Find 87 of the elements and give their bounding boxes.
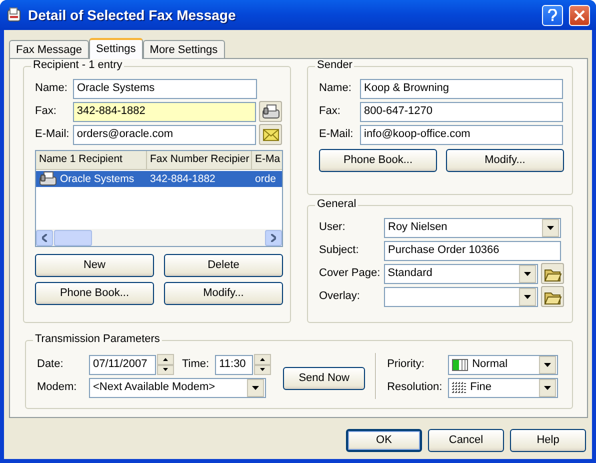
- dropdown-value: Roy Nielsen: [388, 220, 448, 234]
- dropdown-value: Fine: [470, 380, 492, 394]
- dropdown-value: Standard: [388, 266, 432, 280]
- fax-machine-icon: [262, 104, 280, 120]
- field-label: Fax:: [35, 104, 58, 118]
- dropdown-value: Normal: [472, 358, 508, 372]
- browse-button[interactable]: [541, 286, 564, 307]
- fax-machine-icon: [39, 171, 57, 187]
- dropdown-arrow-icon: [524, 272, 532, 276]
- question-mark-icon: [548, 9, 557, 21]
- dropdown-arrow-icon: [547, 226, 554, 230]
- field-label: Date:: [37, 358, 64, 372]
- envelope-icon: [262, 128, 279, 140]
- field-label: Resolution:: [387, 380, 444, 394]
- horizontal-scrollbar[interactable]: [36, 229, 282, 246]
- spin-up-icon: [260, 358, 266, 361]
- close-button[interactable]: [569, 4, 590, 26]
- field-label: Name:: [319, 82, 352, 96]
- push-button[interactable]: Phone Book...: [319, 149, 437, 172]
- dropdown[interactable]: Standard: [384, 264, 538, 284]
- scroll-thumb[interactable]: [54, 230, 92, 246]
- group-title: Recipient - 1 entry: [31, 59, 124, 72]
- window-title: Detail of Selected Fax Message: [28, 6, 237, 24]
- browse-button[interactable]: [541, 263, 564, 284]
- dropdown-arrow-icon: [252, 386, 259, 390]
- grid-icon: [452, 382, 466, 394]
- spin-down-icon: [260, 368, 266, 372]
- list-cell: Oracle Systems: [60, 172, 134, 186]
- field-label: Cover Page:: [319, 266, 382, 280]
- tab[interactable]: Fax Message: [9, 40, 90, 58]
- dropdown[interactable]: Normal: [448, 354, 558, 374]
- priority-bars-icon: [452, 358, 468, 370]
- field-label: E-Mail:: [35, 128, 70, 142]
- list-cell: 342-884-1882: [150, 172, 216, 186]
- text-field[interactable]: orders@oracle.com: [72, 124, 256, 144]
- text-field[interactable]: Oracle Systems: [73, 78, 257, 98]
- spin-down-icon: [163, 368, 168, 372]
- spin-control[interactable]: [254, 354, 272, 375]
- dropdown-arrow-icon: [544, 362, 552, 366]
- email-button[interactable]: [259, 124, 282, 145]
- time-field[interactable]: 11:30: [215, 354, 254, 374]
- fax-button[interactable]: [259, 101, 282, 122]
- field-label: Fax:: [319, 104, 342, 118]
- field-label: E-Mail:: [319, 128, 354, 142]
- push-button[interactable]: New: [35, 254, 154, 277]
- dropdown[interactable]: Fine: [448, 378, 558, 398]
- dialog-button[interactable]: OK: [346, 429, 422, 452]
- column-header[interactable]: E-Ma: [252, 151, 282, 169]
- send-now-button[interactable]: Send Now: [283, 367, 366, 390]
- field-label: Subject:: [319, 244, 360, 258]
- date-field[interactable]: 07/11/2007: [89, 354, 156, 374]
- text-field[interactable]: Purchase Order 10366: [384, 240, 561, 260]
- spin-up-icon: [163, 358, 168, 361]
- column-header[interactable]: Name 1 Recipient: [36, 151, 147, 169]
- tab[interactable]: More Settings: [142, 40, 225, 58]
- scroll-right-icon: [271, 234, 276, 242]
- push-button[interactable]: Phone Book...: [35, 282, 154, 305]
- tab[interactable]: Settings: [89, 38, 143, 59]
- text-field[interactable]: 800-647-1270: [360, 102, 563, 122]
- dialog-button[interactable]: Cancel: [428, 429, 504, 452]
- dropdown[interactable]: Roy Nielsen: [384, 218, 561, 238]
- dropdown-value: <Next Available Modem>: [93, 380, 216, 394]
- dialog-button[interactable]: Help: [510, 429, 586, 452]
- list-cell: orde: [255, 172, 276, 186]
- field-label: User:: [319, 220, 346, 234]
- text-field[interactable]: 342-884-1882: [72, 102, 256, 122]
- scroll-left-icon: [42, 234, 47, 242]
- field-label: Name:: [35, 82, 68, 96]
- dropdown[interactable]: [384, 286, 538, 306]
- field-label: Overlay:: [319, 290, 361, 304]
- text-field[interactable]: Koop & Browning: [360, 78, 563, 98]
- close-icon: [574, 10, 585, 20]
- dropdown[interactable]: <Next Available Modem>: [89, 378, 266, 398]
- push-button[interactable]: Modify...: [446, 149, 564, 172]
- dropdown-arrow-icon: [544, 386, 552, 390]
- push-button[interactable]: Modify...: [164, 282, 283, 305]
- spin-control[interactable]: [157, 354, 174, 375]
- dropdown-arrow-icon: [524, 294, 532, 298]
- push-button[interactable]: Delete: [164, 254, 283, 277]
- field-label: Modem:: [37, 380, 78, 394]
- text-field[interactable]: info@koop-office.com: [360, 124, 563, 144]
- field-label: Time:: [182, 358, 210, 372]
- list-row[interactable]: Oracle Systems 342-884-1882 orde: [36, 171, 282, 187]
- field-label: Priority:: [387, 358, 426, 372]
- column-header[interactable]: Fax Number Recipier: [147, 151, 252, 169]
- help-button[interactable]: [542, 4, 563, 26]
- fax-app-icon: [6, 7, 22, 23]
